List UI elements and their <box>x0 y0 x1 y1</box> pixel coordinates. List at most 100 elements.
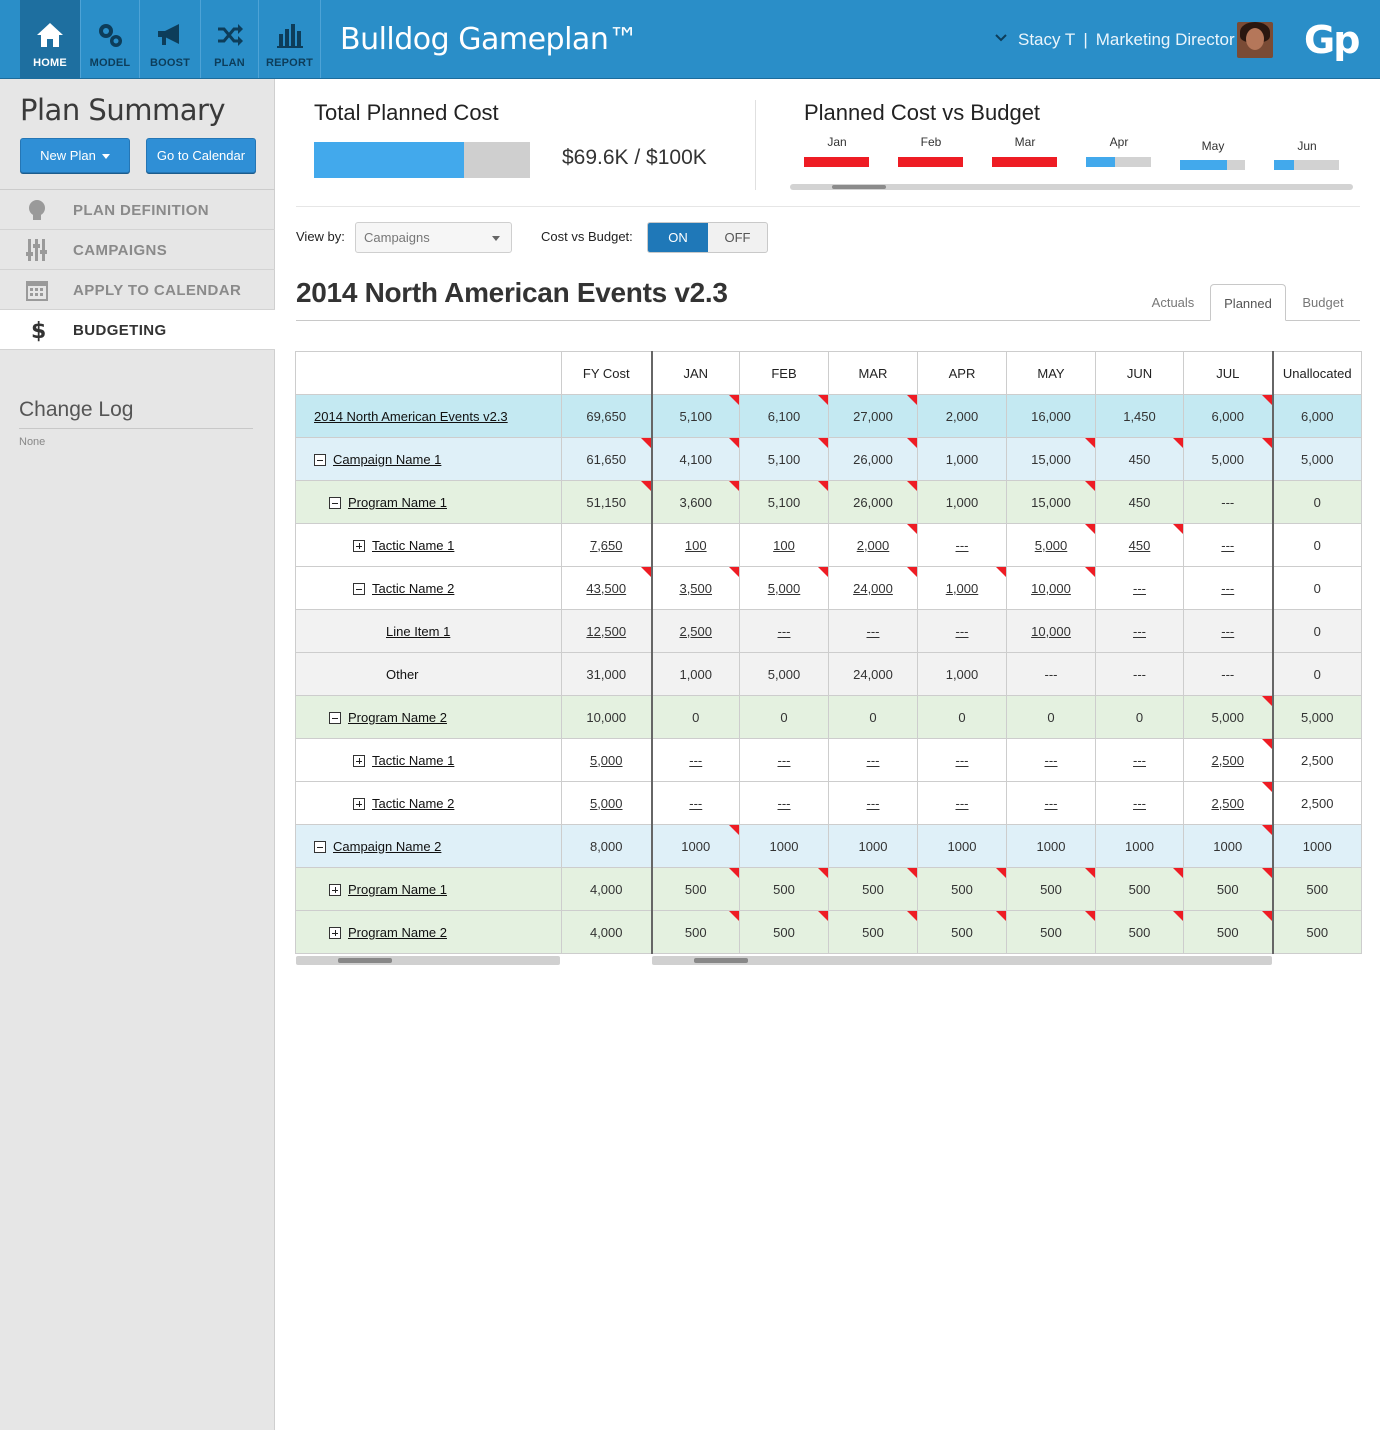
collapse-icon[interactable] <box>314 841 326 854</box>
nav-report[interactable]: REPORT <box>259 0 321 78</box>
row-name-link[interactable]: Tactic Name 1 <box>372 538 454 553</box>
expand-icon[interactable] <box>353 540 365 553</box>
collapse-icon[interactable] <box>329 497 341 510</box>
month-cell[interactable]: --- <box>1183 566 1273 610</box>
month-cell[interactable]: --- <box>1095 738 1184 782</box>
cell-value: --- <box>1044 752 1058 768</box>
collapse-icon[interactable] <box>314 454 326 467</box>
over-budget-flag-icon <box>907 524 917 534</box>
month-cell[interactable]: --- <box>828 609 918 653</box>
tab-planned[interactable]: Planned <box>1210 284 1286 321</box>
row-name-link[interactable]: Campaign Name 2 <box>333 839 441 854</box>
tab-actuals[interactable]: Actuals <box>1140 284 1206 321</box>
sidebar-item-campaigns[interactable]: CAMPAIGNS <box>0 230 275 270</box>
months-scrollbar[interactable] <box>652 956 1272 965</box>
month-cell[interactable]: --- <box>1095 609 1184 653</box>
sidebar-item-plan-definition[interactable]: PLAN DEFINITION <box>0 190 275 230</box>
month-cell[interactable]: 2,500 <box>1183 738 1273 782</box>
expand-icon[interactable] <box>329 927 341 940</box>
month-cell[interactable]: --- <box>1095 566 1184 610</box>
month-cell[interactable]: --- <box>1095 781 1184 825</box>
month-cell[interactable]: --- <box>1006 781 1096 825</box>
month-cell: 1000 <box>1183 824 1273 868</box>
row-name-link[interactable]: Program Name 2 <box>348 710 447 725</box>
month-cell[interactable]: 10,000 <box>1006 609 1096 653</box>
scrollbar-thumb[interactable] <box>338 958 392 963</box>
month-cell[interactable]: 1,000 <box>917 566 1007 610</box>
row-name-link[interactable]: Program Name 1 <box>348 495 447 510</box>
nav-plan[interactable]: PLAN <box>201 0 259 78</box>
cell-value: 51,150 <box>586 494 627 510</box>
fy-cost-cell[interactable]: 43,500 <box>561 566 652 610</box>
tab-budget[interactable]: Budget <box>1290 284 1356 321</box>
month-cell[interactable]: 2,000 <box>828 523 918 567</box>
sidebar-item-apply-to-calendar[interactable]: APPLY TO CALENDAR <box>0 270 275 310</box>
month-cell[interactable]: --- <box>1006 738 1096 782</box>
scrollbar-thumb[interactable] <box>694 958 748 963</box>
scrollbar-thumb[interactable] <box>832 185 886 189</box>
nav-model[interactable]: MODEL <box>81 0 140 78</box>
fy-cost-cell[interactable]: 5,000 <box>561 738 652 782</box>
monthly-bars-scrollbar[interactable] <box>790 184 1353 190</box>
month-cell[interactable]: 3,500 <box>650 566 740 610</box>
month-cell[interactable]: --- <box>917 609 1007 653</box>
expand-icon[interactable] <box>353 798 365 811</box>
row-name-link[interactable]: Tactic Name 2 <box>372 796 454 811</box>
cost-vs-budget-label: Cost vs Budget: <box>541 229 633 244</box>
go-to-calendar-button[interactable]: Go to Calendar <box>146 138 256 173</box>
expand-icon[interactable] <box>353 755 365 768</box>
avatar[interactable] <box>1237 22 1273 58</box>
month-cell[interactable]: --- <box>1183 609 1273 653</box>
row-name-link[interactable]: Tactic Name 2 <box>372 581 454 596</box>
month-cell[interactable]: --- <box>739 738 829 782</box>
month-cell[interactable]: 2,500 <box>650 609 740 653</box>
expand-icon[interactable] <box>329 884 341 897</box>
cell-value: --- <box>1221 623 1235 639</box>
over-budget-flag-icon <box>818 911 828 921</box>
row-name-link[interactable]: Line Item 1 <box>386 624 450 639</box>
sidebar-item-budgeting[interactable]: $ BUDGETING <box>0 310 275 350</box>
month-cell[interactable]: --- <box>1183 523 1273 567</box>
month-cell[interactable]: 100 <box>739 523 829 567</box>
fy-cost-cell[interactable]: 12,500 <box>561 609 652 653</box>
row-name-link[interactable]: 2014 North American Events v2.3 <box>314 409 508 424</box>
toggle-on-button[interactable]: ON <box>648 223 708 252</box>
month-cell[interactable]: 2,500 <box>1183 781 1273 825</box>
month-cell[interactable]: --- <box>739 781 829 825</box>
name-column-scrollbar[interactable] <box>296 956 560 965</box>
month-cell[interactable]: 24,000 <box>828 566 918 610</box>
toggle-off-button[interactable]: OFF <box>708 223 767 252</box>
fy-cost-cell[interactable]: 5,000 <box>561 781 652 825</box>
collapse-icon[interactable] <box>329 712 341 725</box>
collapse-icon[interactable] <box>353 583 365 596</box>
month-cell[interactable]: --- <box>739 609 829 653</box>
month-cell[interactable]: 450 <box>1095 523 1184 567</box>
row-name-link[interactable]: Program Name 1 <box>348 882 447 897</box>
row-name-link[interactable]: Campaign Name 1 <box>333 452 441 467</box>
changelog-value: None <box>19 436 46 448</box>
month-cell[interactable]: --- <box>917 738 1007 782</box>
cell-value: 450 <box>1128 451 1151 467</box>
month-cell[interactable]: 10,000 <box>1006 566 1096 610</box>
month-cell[interactable]: --- <box>917 781 1007 825</box>
month-cell[interactable]: 100 <box>650 523 740 567</box>
month-cell[interactable]: 5,000 <box>739 566 829 610</box>
user-menu[interactable]: Stacy T | Marketing Director <box>1018 30 1235 50</box>
month-cell[interactable]: --- <box>650 738 740 782</box>
cost-vs-budget-toggle[interactable]: ON OFF <box>647 222 768 253</box>
month-cell[interactable]: --- <box>650 781 740 825</box>
nav-home[interactable]: HOME <box>20 0 81 78</box>
month-cell[interactable]: 5,000 <box>1006 523 1096 567</box>
nav-boost[interactable]: BOOST <box>140 0 201 78</box>
month-cell[interactable]: --- <box>828 738 918 782</box>
row-name-link[interactable]: Tactic Name 1 <box>372 753 454 768</box>
cell-value: 0 <box>869 709 877 725</box>
month-cell[interactable]: --- <box>828 781 918 825</box>
view-by-select[interactable]: Campaigns <box>355 222 512 253</box>
row-name-cell: Campaign Name 1 <box>295 437 562 481</box>
row-name-link[interactable]: Program Name 2 <box>348 925 447 940</box>
month-cell[interactable]: --- <box>917 523 1007 567</box>
new-plan-button[interactable]: New Plan <box>20 138 130 173</box>
chevron-down-icon[interactable] <box>995 33 1007 43</box>
fy-cost-cell[interactable]: 7,650 <box>561 523 652 567</box>
